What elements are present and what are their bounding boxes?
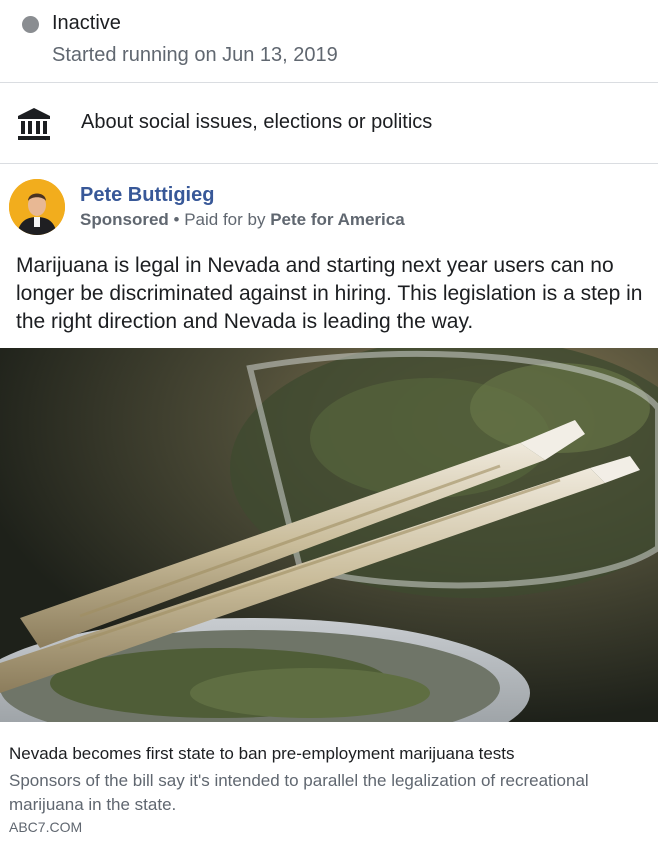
inactive-status-dot-icon (22, 16, 39, 33)
link-title[interactable]: Nevada becomes first state to ban pre-em… (9, 744, 515, 764)
sponsored-label: Sponsored (80, 210, 169, 229)
category-label: About social issues, elections or politi… (81, 111, 433, 133)
link-preview-card[interactable]: Nevada becomes first state to ban pre-em… (0, 722, 658, 846)
marijuana-joints-photo (0, 348, 658, 722)
paid-for-prefix: Paid for by (184, 210, 271, 229)
ad-category-section: About social issues, elections or politi… (0, 83, 658, 164)
start-date: Started running on Jun 13, 2019 (52, 44, 338, 66)
advertiser-name-link[interactable]: Pete Buttigieg (80, 184, 214, 207)
paid-for-by-name: Pete for America (270, 210, 405, 229)
status-label: Inactive (52, 12, 121, 34)
ad-body-text: Marijuana is legal in Nevada and startin… (16, 254, 643, 333)
advertiser-avatar[interactable] (9, 179, 65, 235)
sponsor-line: Sponsored • Paid for by Pete for America (80, 210, 405, 230)
ad-status-section: Inactive Started running on Jun 13, 2019 (0, 0, 658, 83)
ad-image[interactable] (0, 348, 658, 722)
avatar-portrait-icon (9, 179, 65, 235)
link-description: Sponsors of the bill say it's intended t… (9, 771, 589, 814)
link-domain: ABC7.COM (9, 819, 83, 835)
government-building-icon (18, 108, 50, 140)
ad-header: Pete Buttigieg Sponsored • Paid for by P… (0, 164, 658, 235)
separator-dot: • (168, 210, 185, 229)
